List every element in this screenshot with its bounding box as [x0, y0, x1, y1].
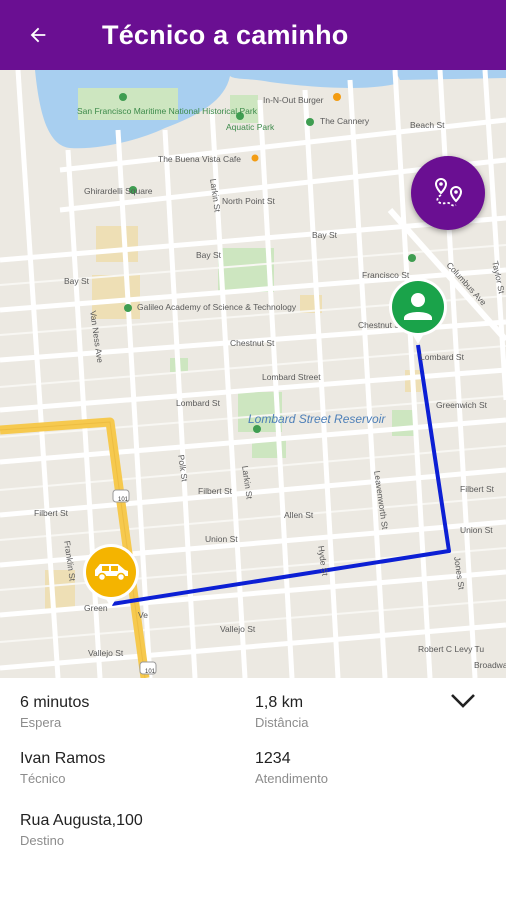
- map-label: Bay St: [64, 276, 90, 286]
- distance-value: 1,8 km: [255, 694, 304, 711]
- destination: Rua Augusta,100 Destino: [20, 812, 143, 848]
- map-label: Beach St: [410, 120, 445, 130]
- map-label: Ve: [138, 610, 148, 620]
- destination-label: Destino: [20, 833, 65, 848]
- person-icon: [389, 278, 447, 344]
- ticket-value: 1234: [255, 750, 291, 767]
- destination-value: Rua Augusta,100: [20, 812, 143, 829]
- map-label: Lombard St: [176, 398, 220, 408]
- vehicle-marker[interactable]: [81, 543, 141, 609]
- map-label: Lombard Street: [262, 372, 321, 382]
- wait-time: 6 minutos Espera: [20, 694, 89, 730]
- map-label: Galileo Academy of Science & Technology: [137, 302, 297, 312]
- wait-value: 6 minutos: [20, 694, 90, 711]
- map-label: Vallejo St: [220, 624, 256, 634]
- technician-marker[interactable]: [387, 276, 449, 346]
- collapse-button[interactable]: [448, 688, 478, 712]
- technician-value: Ivan Ramos: [20, 750, 106, 767]
- map-label: Union St: [460, 525, 493, 535]
- map-label: Ghirardelli Square: [84, 186, 153, 196]
- map-label: Broadway: [474, 660, 506, 670]
- route-pins-icon: [434, 177, 463, 207]
- map-label: Allen St: [284, 510, 314, 520]
- map-label: Filbert St: [34, 508, 69, 518]
- technician: Ivan Ramos Técnico: [20, 750, 105, 786]
- map-label: Lombard Street Reservoir: [248, 412, 385, 426]
- distance: 1,8 km Distância: [255, 694, 308, 730]
- distance-label: Distância: [255, 715, 309, 730]
- route-button[interactable]: [411, 156, 485, 230]
- map-label: Robert C Levy Tu: [418, 644, 485, 654]
- page-title: Técnico a caminho: [102, 20, 349, 50]
- map-view[interactable]: San Francisco Maritime National Historic…: [0, 70, 506, 678]
- map-label: In-N-Out Burger: [263, 95, 324, 105]
- map-label: Filbert St: [460, 484, 495, 494]
- trip-info-panel: 6 minutos Espera 1,8 km Distância Ivan R…: [0, 678, 506, 900]
- map-label: Chestnut St: [230, 338, 275, 348]
- technician-label: Técnico: [20, 771, 66, 786]
- map-label: Aquatic Park: [226, 122, 275, 132]
- ticket: 1234 Atendimento: [255, 750, 328, 786]
- map-label: North Point St: [222, 196, 275, 206]
- wait-label: Espera: [20, 715, 62, 730]
- map-label: The Buena Vista Cafe: [158, 154, 242, 164]
- ticket-label: Atendimento: [255, 771, 328, 786]
- map-label: Greenwich St: [436, 400, 488, 410]
- map-label: 101: [145, 669, 156, 675]
- map-label: Lombard St: [420, 352, 464, 362]
- map-label: Bay St: [196, 250, 222, 260]
- back-button[interactable]: [24, 21, 52, 49]
- app-bar: Técnico a caminho: [0, 0, 506, 70]
- map-label: San Francisco Maritime National Historic…: [77, 106, 257, 116]
- map-label: 101: [118, 497, 129, 503]
- chevron-down-icon: [451, 694, 475, 708]
- car-icon: [83, 544, 139, 607]
- map-label: Filbert St: [198, 486, 233, 496]
- map-label: Vallejo St: [88, 648, 124, 658]
- map-label: Bay St: [312, 230, 338, 240]
- arrow-left-icon: [30, 27, 46, 43]
- map-label: The Cannery: [320, 116, 370, 126]
- map-label: Union St: [205, 534, 238, 544]
